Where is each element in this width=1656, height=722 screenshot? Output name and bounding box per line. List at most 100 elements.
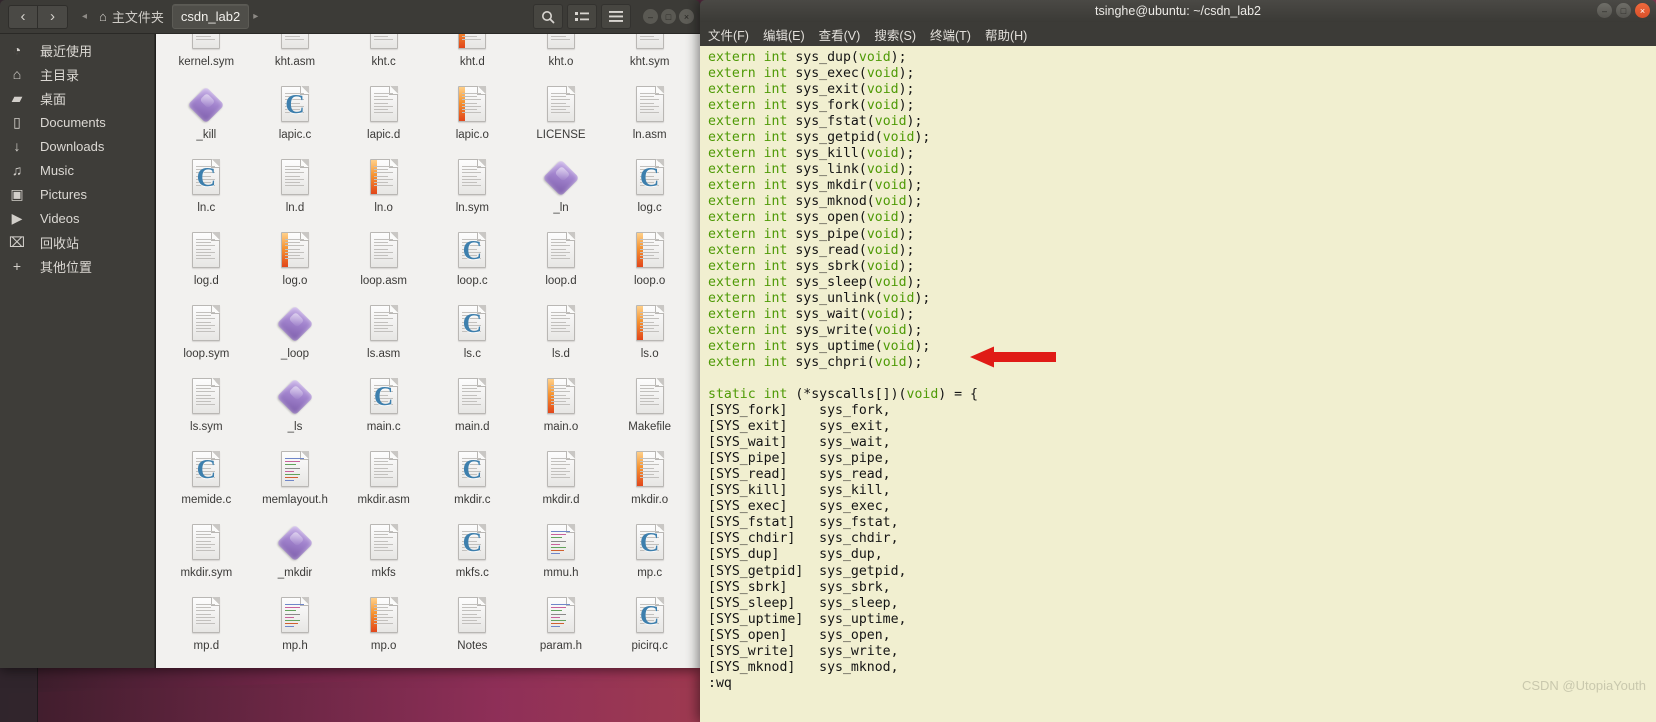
file-item[interactable]: ln.o [339,154,428,227]
file-list-area[interactable]: kernel.sym kht.asm kht.c kht.d kht.o kht.sym _… [155,34,700,668]
file-item[interactable]: kht.sym [605,34,694,81]
terminal-titlebar[interactable]: tsinghe@ubuntu: ~/csdn_lab2 – □ × [700,0,1656,22]
file-item[interactable]: ls.asm [339,300,428,373]
file-item[interactable]: lapic.d [339,81,428,154]
file-item[interactable]: Cmkdir.c [428,446,517,519]
file-item[interactable]: Cpicirq.c [605,592,694,665]
terminal-menu-3[interactable]: 搜索(S) [874,25,916,44]
file-item[interactable]: log.d [162,227,251,300]
file-item[interactable]: mp.o [339,592,428,665]
back-button[interactable]: ‹ [8,4,38,29]
file-item[interactable]: loop.asm [339,227,428,300]
terminal-menu-1[interactable]: 编辑(E) [763,25,805,44]
file-item[interactable]: Cmkfs.c [428,519,517,592]
file-item[interactable]: param.h [517,592,606,665]
file-item[interactable]: main.o [517,373,606,446]
sidebar-item-5[interactable]: ♫ Music [0,158,154,182]
file-icon-plain [633,377,667,419]
file-item[interactable]: picirq.o [251,665,340,668]
search-icon[interactable] [533,4,563,29]
file-item[interactable]: pipe.d [428,665,517,668]
file-item[interactable]: Cln.c [162,154,251,227]
file-item[interactable]: kht.o [517,34,606,81]
file-item[interactable]: main.d [428,373,517,446]
file-item[interactable]: pr.pl [605,665,694,668]
file-item[interactable]: ls.d [517,300,606,373]
sidebar-item-6[interactable]: ▣ Pictures [0,182,154,206]
file-item[interactable]: memlayout.h [251,446,340,519]
file-item[interactable]: kernel.sym [162,34,251,81]
sidebar-item-0[interactable]: ◔ 最近使用 [0,38,154,62]
terminal-menu-0[interactable]: 文件(F) [708,25,749,44]
file-item[interactable]: Clog.c [605,154,694,227]
terminal-menu-4[interactable]: 终端(T) [930,25,971,44]
file-item[interactable]: _kill [162,81,251,154]
breadcrumb-item-current[interactable]: csdn_lab2 [171,4,250,29]
close-button[interactable]: × [679,9,694,24]
hamburger-menu-icon[interactable] [601,4,631,29]
breadcrumb-prev-icon[interactable]: ◂ [78,11,91,22]
terminal-minimize-button[interactable]: – [1597,3,1612,18]
forward-button[interactable]: › [38,4,68,29]
sidebar-item-9[interactable]: + 其他位置 [0,254,154,278]
file-item[interactable]: ls.o [605,300,694,373]
file-item[interactable]: LICENSE [517,81,606,154]
code-token: [SYS_getpid] sys_getpid, [708,563,907,579]
maximize-button[interactable]: □ [661,9,676,24]
breadcrumb-next-icon[interactable]: ▸ [249,11,262,22]
file-item[interactable]: ln.d [251,154,340,227]
file-item[interactable]: Cloop.c [428,227,517,300]
file-item[interactable]: Clapic.c [251,81,340,154]
file-item[interactable]: ln.sym [428,154,517,227]
terminal-screen[interactable]: extern int sys_dup(void); extern int sys_… [700,46,1656,722]
file-item[interactable]: loop.o [605,227,694,300]
file-item[interactable]: mkdir.d [517,446,606,519]
file-item[interactable]: Cmain.c [339,373,428,446]
file-item[interactable]: mkdir.asm [339,446,428,519]
file-item[interactable]: mkfs [339,519,428,592]
terminal-menu-2[interactable]: 查看(V) [819,25,861,44]
minimize-button[interactable]: – [643,9,658,24]
file-item[interactable]: ln.asm [605,81,694,154]
sidebar-item-4[interactable]: ↓ Downloads [0,134,154,158]
file-item[interactable]: _mkdir [251,519,340,592]
terminal-maximize-button[interactable]: □ [1616,3,1631,18]
sidebar-item-2[interactable]: ▰ 桌面 [0,86,154,110]
terminal-menu-5[interactable]: 帮助(H) [985,25,1027,44]
file-item[interactable]: mmu.h [517,519,606,592]
file-item[interactable]: Cmemide.c [162,446,251,519]
file-item[interactable]: log.o [251,227,340,300]
sidebar-item-1[interactable]: ⌂ 主目录 [0,62,154,86]
file-item[interactable]: mp.h [251,592,340,665]
list-view-icon[interactable] [567,4,597,29]
file-item[interactable]: kht.d [428,34,517,81]
file-item[interactable]: kht.c [339,34,428,81]
file-item[interactable]: Cpipe.c [339,665,428,668]
breadcrumb: ◂ ⌂ 主文件夹 csdn_lab2 ▸ [78,3,262,30]
file-item[interactable]: Cmp.c [605,519,694,592]
sidebar-item-8[interactable]: ⌧ 回收站 [0,230,154,254]
sidebar-item-3[interactable]: ▯ Documents [0,110,154,134]
file-item[interactable]: Makefile [605,373,694,446]
file-item[interactable]: kht.asm [251,34,340,81]
terminal-close-button[interactable]: × [1635,3,1650,18]
file-item[interactable]: ls.sym [162,373,251,446]
file-item[interactable]: pipe.o [517,665,606,668]
file-item[interactable]: Cls.c [428,300,517,373]
file-item[interactable]: mkdir.o [605,446,694,519]
file-item[interactable]: loop.sym [162,300,251,373]
breadcrumb-item-home[interactable]: ⌂ 主文件夹 [91,3,172,30]
file-item[interactable]: picirq.d [162,665,251,668]
sidebar-item-7[interactable]: ▶ Videos [0,206,154,230]
file-item[interactable]: lapic.o [428,81,517,154]
file-item[interactable]: _loop [251,300,340,373]
file-item[interactable]: mkdir.sym [162,519,251,592]
file-item[interactable]: mp.d [162,592,251,665]
code-line: extern int sys_kill(void); [708,146,1656,162]
vim-editor-buffer[interactable]: extern int sys_dup(void); extern int sys_… [708,50,1656,692]
file-item[interactable]: Notes [428,592,517,665]
file-item[interactable]: loop.d [517,227,606,300]
file-item[interactable]: _ls [251,373,340,446]
file-item[interactable]: _ln [517,154,606,227]
folder-icon: ▰ [11,89,23,106]
